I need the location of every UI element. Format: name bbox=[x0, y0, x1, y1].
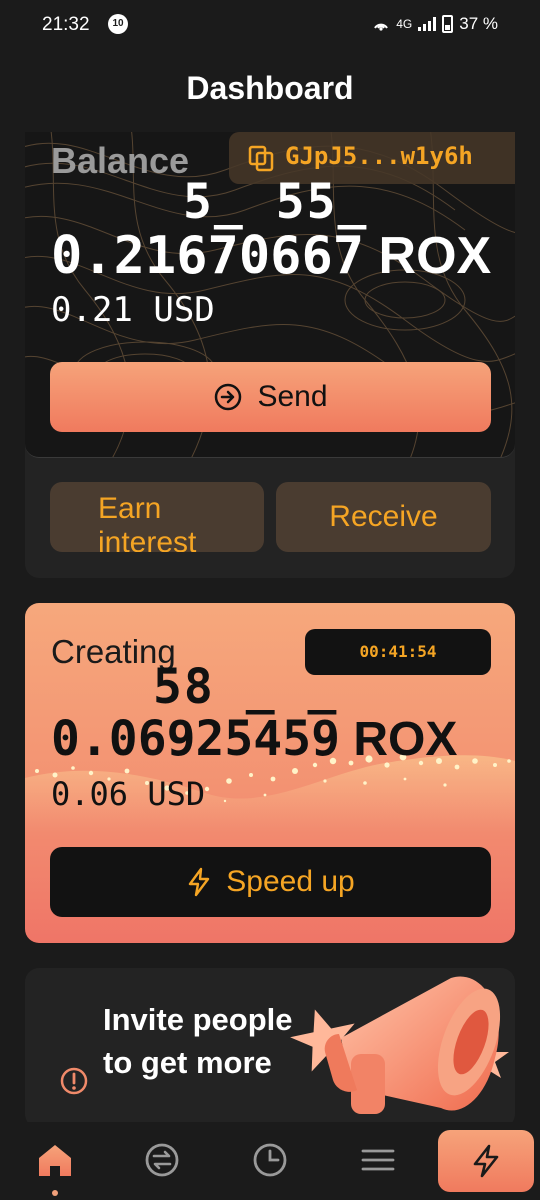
creating-usd: 0.06 USD bbox=[51, 775, 206, 813]
speed-up-label: Speed up bbox=[226, 865, 355, 898]
network-type: 4G bbox=[396, 17, 413, 31]
battery-icon bbox=[442, 15, 454, 33]
speed-up-button[interactable]: Speed up bbox=[50, 847, 491, 917]
history-icon[interactable] bbox=[248, 1138, 292, 1182]
menu-icon[interactable] bbox=[356, 1138, 400, 1182]
receive-button[interactable]: Receive bbox=[276, 482, 491, 552]
send-button[interactable]: Send bbox=[50, 362, 491, 432]
creating-amount: 0.06925459 bbox=[51, 711, 340, 767]
creating-card: Creating 00:41:54 58 _ _ 0.06925459 ROX … bbox=[25, 603, 515, 943]
invite-text: Invite people to get more bbox=[103, 1002, 293, 1080]
boost-nav-button[interactable] bbox=[438, 1130, 534, 1192]
wallet-address: GJpJ5...w1y6h bbox=[285, 142, 473, 170]
page-title: Dashboard bbox=[186, 70, 354, 106]
arrow-right-circle-icon bbox=[215, 383, 242, 411]
earn-interest-label: Earn interest bbox=[98, 492, 197, 552]
home-icon[interactable] bbox=[33, 1138, 77, 1182]
creating-amount-row: 0.06925459 ROX bbox=[51, 711, 515, 767]
earn-interest-button[interactable]: Earn interest bbox=[50, 482, 264, 552]
balance-unit: ROX bbox=[378, 227, 492, 285]
creating-unit: ROX bbox=[353, 713, 458, 766]
battery-level: 37 % bbox=[459, 14, 498, 33]
exchange-icon[interactable] bbox=[140, 1138, 184, 1182]
balance-amount: 0.21670667 bbox=[51, 226, 365, 286]
invite-card[interactable]: Invite people to get more bbox=[25, 968, 515, 1128]
balance-usd: 0.21 USD bbox=[51, 290, 215, 330]
status-time: 21:32 bbox=[42, 14, 90, 35]
megaphone-icon bbox=[290, 976, 509, 1114]
send-label: Send bbox=[257, 380, 328, 413]
bolt-icon bbox=[473, 1144, 499, 1178]
balance-label: Balance bbox=[51, 140, 190, 181]
bottom-nav bbox=[0, 1122, 540, 1200]
creating-digits-overlay: 58 _ _ bbox=[153, 659, 339, 715]
bolt-icon bbox=[189, 867, 210, 897]
hotspot-icon bbox=[374, 23, 389, 31]
info-icon bbox=[60, 1067, 88, 1095]
status-indicators: 4G 37 % bbox=[372, 14, 498, 34]
status-bar: 21:32 10 4G 37 % bbox=[0, 0, 540, 52]
active-nav-indicator bbox=[52, 1190, 58, 1196]
balance-card: Balance GJpJ5...w1y6h 5_ 55_ 0.21670667 … bbox=[25, 110, 515, 458]
notification-badge: 10 bbox=[108, 14, 128, 34]
balance-digits-overlay: 5_ 55_ bbox=[183, 174, 369, 230]
signal-icon bbox=[418, 17, 437, 31]
copy-icon bbox=[248, 145, 274, 172]
balance-section: Balance GJpJ5...w1y6h 5_ 55_ 0.21670667 … bbox=[25, 110, 515, 578]
balance-amount-row: 0.21670667 ROX bbox=[51, 226, 491, 286]
app-header: Dashboard bbox=[0, 52, 540, 132]
